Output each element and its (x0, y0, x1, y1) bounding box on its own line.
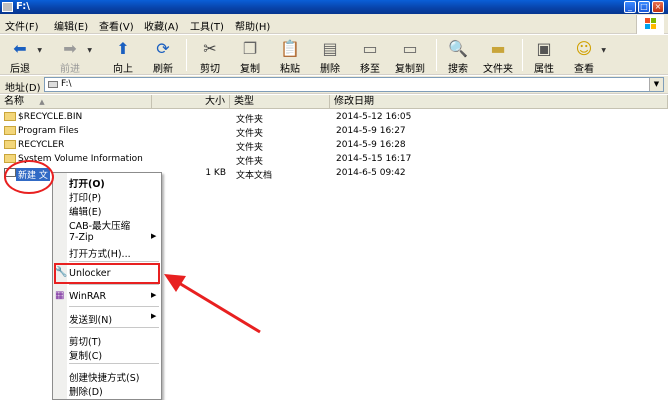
folder-icon (4, 126, 16, 135)
file-row[interactable]: RECYCLER 文件夹 2014-5-9 16:28 (0, 138, 668, 153)
dropdown-icon[interactable]: ▼ (87, 47, 92, 54)
up-arrow-icon: ⬆ (116, 39, 130, 58)
ctx-open-with[interactable]: 打开方式(H)... (69, 246, 131, 260)
refresh-icon: ⟳ (156, 39, 170, 58)
search-icon: 🔍 (448, 39, 468, 58)
context-menu-icon-strip (53, 173, 67, 399)
title-bar: F:\ _ □ × (0, 0, 668, 14)
address-label: 地址(D) (5, 83, 41, 94)
refresh-button[interactable]: ⟳ 刷新 (145, 37, 181, 75)
window-title: F:\ (16, 1, 30, 12)
copy-to-button[interactable]: ▭ 复制到 (392, 37, 428, 75)
ctx-delete[interactable]: 删除(D) (69, 384, 103, 398)
ctx-winrar[interactable]: WinRAR ▶ (69, 291, 161, 302)
move-to-button[interactable]: ▭ 移至 (352, 37, 388, 75)
menu-bar: 文件(F) 编辑(E) 查看(V) 收藏(A) 工具(T) 帮助(H) (0, 14, 668, 34)
column-type[interactable]: 类型 (230, 95, 330, 109)
column-size[interactable]: 大小 (152, 95, 230, 109)
copy-to-icon: ▭ (402, 39, 418, 58)
sort-up-icon: ▲ (39, 98, 45, 106)
address-input[interactable]: F:\ ▼ (44, 77, 664, 92)
properties-icon: ▣ (536, 39, 552, 58)
views-icon: ☺ (575, 39, 593, 58)
toolbar-separator (522, 39, 523, 71)
winrar-icon: ▦ (55, 290, 65, 301)
scissors-icon: ✂ (203, 39, 217, 58)
menu-separator (69, 284, 159, 285)
submenu-arrow-icon: ▶ (151, 232, 157, 240)
column-name[interactable]: 名称 ▲ (0, 95, 152, 109)
folder-icon (4, 112, 16, 121)
up-button[interactable]: ⬆ 向上 (105, 37, 141, 75)
copy-icon: ❐ (242, 39, 258, 58)
submenu-arrow-icon: ▶ (151, 291, 157, 299)
menu-view[interactable]: 查看(V) (99, 18, 134, 33)
menu-favorites[interactable]: 收藏(A) (144, 18, 179, 33)
ctx-cut[interactable]: 剪切(T) (69, 334, 101, 348)
file-row[interactable]: System Volume Information 文件夹 2014-5-15 … (0, 152, 668, 167)
menu-file[interactable]: 文件(F) (5, 18, 39, 33)
drive-icon (48, 81, 58, 88)
back-button[interactable]: ⬅ 后退 ▼ (2, 37, 42, 75)
drive-icon (2, 2, 13, 12)
ctx-cab[interactable]: CAB-最大压缩 (69, 218, 130, 232)
cut-button[interactable]: ✂ 剪切 (192, 37, 228, 75)
toolbar: ⬅ 后退 ▼ ➡ 前进 ▼ ⬆ 向上 ⟳ 刷新 ✂ 剪切 ❐ 复制 📋 粘贴 ▤… (0, 35, 668, 75)
annotation-box (54, 263, 160, 284)
forward-button[interactable]: ➡ 前进 ▼ (52, 37, 92, 75)
search-button[interactable]: 🔍 搜索 (440, 37, 476, 75)
submenu-arrow-icon: ▶ (151, 312, 157, 320)
forward-arrow-icon: ➡ (63, 39, 77, 58)
context-menu: 打开(O) 打印(P) 编辑(E) CAB-最大压缩 7-Zip ▶ 打开方式(… (52, 172, 162, 400)
dropdown-icon[interactable]: ▼ (601, 47, 606, 54)
ctx-send-to[interactable]: 发送到(N) ▶ (69, 312, 161, 326)
annotation-arrow (164, 274, 261, 334)
ctx-create-shortcut[interactable]: 创建快捷方式(S) (69, 370, 139, 384)
windows-logo-icon (636, 15, 664, 34)
back-arrow-icon: ⬅ (13, 39, 27, 58)
ctx-copy[interactable]: 复制(C) (69, 348, 102, 362)
arrow-head (164, 274, 186, 292)
folder-icon: ▬ (490, 39, 506, 58)
toolbar-separator (186, 39, 187, 71)
annotation-ellipse (4, 160, 54, 194)
menu-separator (69, 363, 159, 364)
close-button[interactable]: × (652, 1, 664, 13)
file-row[interactable]: $RECYCLE.BIN 文件夹 2014-5-12 16:05 (0, 110, 668, 125)
delete-icon: ▤ (322, 39, 338, 58)
maximize-button[interactable]: □ (638, 1, 650, 13)
column-modified[interactable]: 修改日期 (330, 95, 668, 109)
toolbar-separator (436, 39, 437, 71)
file-row[interactable]: Program Files 文件夹 2014-5-9 16:27 (0, 124, 668, 139)
arrow-shaft (173, 278, 261, 334)
menu-separator (69, 306, 159, 307)
paste-button[interactable]: 📋 粘贴 (272, 37, 308, 75)
menu-separator (69, 327, 159, 328)
ctx-open[interactable]: 打开(O) (69, 176, 105, 190)
properties-button[interactable]: ▣ 属性 (526, 37, 562, 75)
ctx-7zip[interactable]: 7-Zip ▶ (69, 232, 161, 243)
copy-button[interactable]: ❐ 复制 (232, 37, 268, 75)
menu-separator (69, 261, 159, 262)
views-button[interactable]: ☺ 查看 ▼ (566, 37, 606, 75)
folders-button[interactable]: ▬ 文件夹 (480, 37, 516, 75)
clipboard-icon: 📋 (280, 39, 300, 58)
ctx-print[interactable]: 打印(P) (69, 190, 101, 204)
menu-edit[interactable]: 编辑(E) (54, 18, 88, 33)
move-to-icon: ▭ (362, 39, 378, 58)
ctx-edit[interactable]: 编辑(E) (69, 204, 101, 218)
minimize-button[interactable]: _ (624, 1, 636, 13)
address-value: F:\ (61, 79, 72, 89)
delete-button[interactable]: ▤ 删除 (312, 37, 348, 75)
menu-help[interactable]: 帮助(H) (235, 18, 270, 33)
menu-tools[interactable]: 工具(T) (190, 18, 224, 33)
address-bar: 地址(D) F:\ ▼ (0, 76, 668, 94)
folder-icon (4, 154, 16, 163)
folder-icon (4, 140, 16, 149)
address-dropdown-icon[interactable]: ▼ (649, 78, 663, 91)
dropdown-icon[interactable]: ▼ (37, 47, 42, 54)
